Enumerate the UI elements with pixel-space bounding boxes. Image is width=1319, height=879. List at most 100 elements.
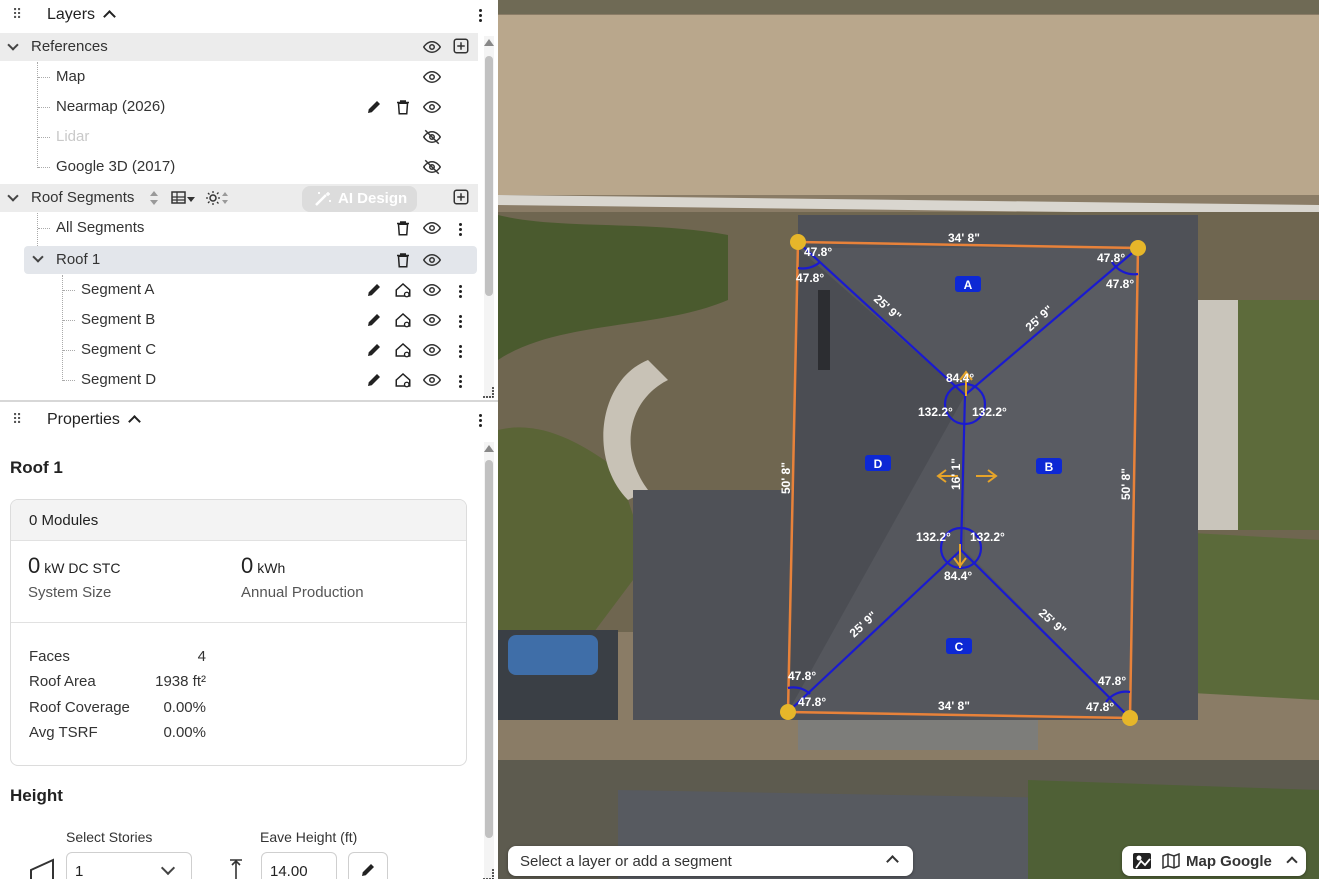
street-view-icon[interactable] [1132, 852, 1152, 870]
chevron-down-icon[interactable] [32, 251, 44, 263]
map-source-switcher[interactable]: Map Google [1122, 846, 1306, 876]
reference-item-google-3d[interactable]: Google 3D (2017) [0, 153, 478, 181]
eye-icon[interactable] [423, 311, 441, 329]
resize-handle-icon[interactable] [482, 386, 494, 398]
pencil-icon[interactable] [365, 98, 383, 116]
segment-row-b[interactable]: Segment B [0, 306, 478, 334]
reference-label: Lidar [56, 128, 90, 145]
roof-annotation-overlay[interactable]: 34' 8" 34' 8" 50' 8" 50' 8" 16' 1" 25' 9… [498, 0, 1319, 879]
table-view-icon[interactable] [171, 189, 197, 207]
eye-icon[interactable] [423, 251, 441, 269]
hip-length: 25' 9" [1036, 606, 1069, 638]
annual-production-unit: kWh [257, 560, 286, 576]
roof-1-row[interactable]: Roof 1 [24, 246, 477, 274]
corner-angle: 47.8° [1097, 251, 1125, 265]
segment-row-c[interactable]: Segment C [0, 336, 478, 364]
segment-prompt-text: Select a layer or add a segment [520, 853, 732, 870]
properties-scrollbar[interactable] [484, 442, 494, 879]
eye-off-icon[interactable] [423, 158, 441, 176]
segment-row-a[interactable]: Segment A [0, 276, 478, 304]
row-menu-icon[interactable] [459, 314, 463, 330]
segment-row-d[interactable]: Segment D [0, 366, 478, 394]
pencil-icon [362, 864, 374, 876]
eye-icon[interactable] [423, 371, 441, 389]
references-label: References [31, 38, 108, 55]
drag-handle-icon[interactable]: ⠿ [12, 412, 22, 426]
eye-icon[interactable] [423, 281, 441, 299]
reference-item-nearmap[interactable]: Nearmap (2026) [0, 93, 478, 121]
properties-title-toggle[interactable]: Properties [47, 411, 141, 429]
eye-off-icon[interactable] [423, 128, 441, 146]
face-label-b: B [1045, 460, 1054, 474]
ai-design-button[interactable]: AI Design [302, 186, 417, 212]
segment-label: Segment B [81, 311, 156, 328]
edge-bottom-length: 34' 8" [938, 699, 970, 713]
row-menu-icon[interactable] [459, 284, 463, 300]
eye-icon[interactable] [423, 98, 441, 116]
height-arrow-icon [230, 859, 242, 879]
side-angle: 132.2° [918, 405, 953, 419]
pencil-icon[interactable] [365, 371, 383, 389]
resize-handle-icon[interactable] [482, 868, 494, 879]
reference-label: Map [56, 68, 86, 85]
eye-icon[interactable] [423, 68, 441, 86]
stat-key: Faces [29, 648, 70, 665]
reference-label: Google 3D (2017) [56, 158, 176, 175]
brightness-icon[interactable] [205, 189, 231, 207]
reference-item-lidar[interactable]: Lidar [0, 123, 478, 151]
side-angle: 132.2° [970, 530, 1005, 544]
trash-icon[interactable] [394, 219, 412, 237]
layers-title-toggle[interactable]: Layers [47, 6, 116, 24]
building-story-icon [30, 858, 54, 879]
stories-select[interactable]: 1 [66, 852, 192, 879]
magic-wand-icon [315, 192, 331, 206]
references-group[interactable]: References [0, 33, 478, 61]
map-icon [1162, 853, 1180, 869]
sort-icon[interactable] [148, 189, 160, 207]
chevron-down-icon[interactable] [7, 39, 19, 51]
modules-count: 0 Modules [29, 512, 99, 529]
trash-icon[interactable] [394, 251, 412, 269]
chevron-up-icon[interactable] [1286, 856, 1298, 868]
roof-obstruction-icon[interactable] [394, 281, 412, 299]
reference-item-map[interactable]: Map [0, 63, 478, 91]
roof-segments-label: Roof Segments [31, 189, 135, 206]
system-size-unit: kW DC STC [44, 560, 121, 576]
hip-length: 25' 9" [1023, 302, 1056, 334]
chevron-up-icon[interactable] [886, 855, 899, 868]
corner-angle: 47.8° [1106, 277, 1134, 291]
pencil-icon[interactable] [365, 281, 383, 299]
map-canvas[interactable]: 34' 8" 34' 8" 50' 8" 50' 8" 16' 1" 25' 9… [498, 0, 1319, 879]
hip-length: 25' 9" [871, 292, 904, 324]
all-segments-row[interactable]: All Segments [0, 214, 478, 242]
row-menu-icon[interactable] [459, 344, 463, 360]
stories-label: Select Stories [66, 829, 153, 845]
segment-prompt-bar[interactable]: Select a layer or add a segment [508, 846, 913, 876]
roof-obstruction-icon[interactable] [394, 341, 412, 359]
map-source-label: Map Google [1186, 853, 1272, 870]
eave-height-value: 14.00 [270, 863, 308, 879]
face-label-c: C [955, 640, 964, 654]
eye-icon[interactable] [423, 219, 441, 237]
drag-handle-icon[interactable]: ⠿ [12, 7, 22, 21]
corner-angle: 47.8° [1098, 674, 1126, 688]
roof-segments-group[interactable]: Roof Segments AI Design [0, 184, 478, 212]
roof-obstruction-icon[interactable] [394, 371, 412, 389]
trash-icon[interactable] [394, 98, 412, 116]
eye-icon[interactable] [423, 38, 441, 56]
chevron-down-icon[interactable] [7, 190, 19, 202]
pencil-icon[interactable] [365, 311, 383, 329]
add-layer-icon[interactable] [452, 37, 470, 55]
eave-height-input[interactable]: 14.00 [261, 852, 337, 879]
eye-icon[interactable] [423, 341, 441, 359]
row-menu-icon[interactable] [459, 374, 463, 390]
row-menu-icon[interactable] [459, 222, 463, 238]
stat-value: 0.00% [163, 699, 206, 716]
layers-menu-icon[interactable] [479, 8, 483, 24]
layers-scrollbar[interactable] [484, 36, 494, 398]
pencil-icon[interactable] [365, 341, 383, 359]
edit-height-button[interactable] [348, 852, 388, 879]
add-segment-icon[interactable] [452, 188, 470, 206]
properties-menu-icon[interactable] [479, 413, 483, 429]
roof-obstruction-icon[interactable] [394, 311, 412, 329]
